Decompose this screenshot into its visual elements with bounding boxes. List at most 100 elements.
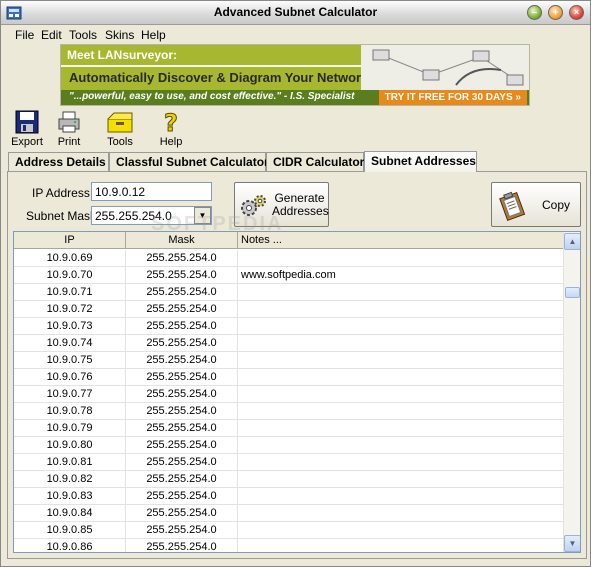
cell-notes[interactable] bbox=[238, 437, 563, 454]
table-row[interactable]: 10.9.0.81 255.255.254.0 bbox=[14, 454, 563, 471]
cell-mask[interactable]: 255.255.254.0 bbox=[126, 471, 238, 488]
help-button[interactable]: ? Help bbox=[157, 109, 185, 148]
table-row[interactable]: 10.9.0.72 255.255.254.0 bbox=[14, 301, 563, 318]
copy-button[interactable]: Copy bbox=[491, 182, 581, 227]
cell-mask[interactable]: 255.255.254.0 bbox=[126, 420, 238, 437]
cell-ip[interactable]: 10.9.0.76 bbox=[14, 369, 126, 386]
cell-notes[interactable]: www.softpedia.com bbox=[238, 267, 563, 284]
cell-ip[interactable]: 10.9.0.85 bbox=[14, 522, 126, 539]
cell-mask[interactable]: 255.255.254.0 bbox=[126, 267, 238, 284]
table-row[interactable]: 10.9.0.80 255.255.254.0 bbox=[14, 437, 563, 454]
menu-skins[interactable]: Skins bbox=[105, 28, 134, 42]
cell-mask[interactable]: 255.255.254.0 bbox=[126, 352, 238, 369]
cell-ip[interactable]: 10.9.0.82 bbox=[14, 471, 126, 488]
cell-mask[interactable]: 255.255.254.0 bbox=[126, 505, 238, 522]
cell-ip[interactable]: 10.9.0.71 bbox=[14, 284, 126, 301]
menu-help[interactable]: Help bbox=[141, 28, 166, 42]
cell-mask[interactable]: 255.255.254.0 bbox=[126, 454, 238, 471]
menu-file[interactable]: File bbox=[15, 28, 34, 42]
try-free-button[interactable]: TRY IT FREE FOR 30 DAYS » bbox=[378, 90, 527, 105]
cell-mask[interactable]: 255.255.254.0 bbox=[126, 386, 238, 403]
table-row[interactable]: 10.9.0.76 255.255.254.0 bbox=[14, 369, 563, 386]
column-header-ip[interactable]: IP bbox=[14, 232, 126, 249]
subnet-address-grid[interactable]: IP Mask Notes ... 10.9.0.69 255.255.254.0… bbox=[13, 231, 581, 553]
tab-cidr-calculator[interactable]: CIDR Calculator bbox=[266, 152, 364, 172]
table-row[interactable]: 10.9.0.74 255.255.254.0 bbox=[14, 335, 563, 352]
table-row[interactable]: 10.9.0.85 255.255.254.0 bbox=[14, 522, 563, 539]
menu-tools[interactable]: Tools bbox=[69, 28, 97, 42]
tab-classful-subnet-calculator[interactable]: Classful Subnet Calculator bbox=[109, 152, 269, 172]
table-row[interactable]: 10.9.0.82 255.255.254.0 bbox=[14, 471, 563, 488]
cell-notes[interactable] bbox=[238, 250, 563, 267]
cell-mask[interactable]: 255.255.254.0 bbox=[126, 301, 238, 318]
table-row[interactable]: 10.9.0.79 255.255.254.0 bbox=[14, 420, 563, 437]
table-row[interactable]: 10.9.0.83 255.255.254.0 bbox=[14, 488, 563, 505]
cell-mask[interactable]: 255.255.254.0 bbox=[126, 522, 238, 539]
cell-ip[interactable]: 10.9.0.72 bbox=[14, 301, 126, 318]
cell-notes[interactable] bbox=[238, 488, 563, 505]
table-row[interactable]: 10.9.0.71 255.255.254.0 bbox=[14, 284, 563, 301]
table-row[interactable]: 10.9.0.86 255.255.254.0 bbox=[14, 539, 563, 552]
ip-address-input[interactable]: 10.9.0.12 bbox=[91, 182, 212, 201]
cell-notes[interactable] bbox=[238, 369, 563, 386]
cell-notes[interactable] bbox=[238, 284, 563, 301]
export-button[interactable]: Export bbox=[10, 109, 44, 148]
scroll-up-button[interactable]: ▲ bbox=[564, 233, 580, 250]
cell-ip[interactable]: 10.9.0.86 bbox=[14, 539, 126, 552]
cell-notes[interactable] bbox=[238, 318, 563, 335]
scrollbar-thumb[interactable] bbox=[565, 287, 580, 298]
vertical-scrollbar[interactable]: ▲ ▼ bbox=[563, 232, 580, 552]
table-row[interactable]: 10.9.0.69 255.255.254.0 bbox=[14, 250, 563, 267]
table-row[interactable]: 10.9.0.77 255.255.254.0 bbox=[14, 386, 563, 403]
table-row[interactable]: 10.9.0.84 255.255.254.0 bbox=[14, 505, 563, 522]
cell-ip[interactable]: 10.9.0.81 bbox=[14, 454, 126, 471]
cell-notes[interactable] bbox=[238, 403, 563, 420]
table-row[interactable]: 10.9.0.75 255.255.254.0 bbox=[14, 352, 563, 369]
cell-ip[interactable]: 10.9.0.84 bbox=[14, 505, 126, 522]
cell-mask[interactable]: 255.255.254.0 bbox=[126, 284, 238, 301]
maximize-button[interactable]: + bbox=[548, 5, 563, 20]
table-row[interactable]: 10.9.0.73 255.255.254.0 bbox=[14, 318, 563, 335]
cell-notes[interactable] bbox=[238, 522, 563, 539]
cell-ip[interactable]: 10.9.0.78 bbox=[14, 403, 126, 420]
cell-notes[interactable] bbox=[238, 539, 563, 552]
cell-mask[interactable]: 255.255.254.0 bbox=[126, 539, 238, 552]
cell-mask[interactable]: 255.255.254.0 bbox=[126, 369, 238, 386]
cell-notes[interactable] bbox=[238, 505, 563, 522]
cell-notes[interactable] bbox=[238, 352, 563, 369]
cell-ip[interactable]: 10.9.0.75 bbox=[14, 352, 126, 369]
cell-notes[interactable] bbox=[238, 471, 563, 488]
tab-subnet-addresses[interactable]: Subnet Addresses bbox=[364, 151, 477, 172]
tab-address-details[interactable]: Address Details bbox=[8, 152, 109, 172]
cell-ip[interactable]: 10.9.0.77 bbox=[14, 386, 126, 403]
cell-ip[interactable]: 10.9.0.83 bbox=[14, 488, 126, 505]
cell-notes[interactable] bbox=[238, 335, 563, 352]
cell-notes[interactable] bbox=[238, 301, 563, 318]
title-bar[interactable]: Advanced Subnet Calculator – + × bbox=[1, 1, 590, 25]
cell-notes[interactable] bbox=[238, 420, 563, 437]
cell-mask[interactable]: 255.255.254.0 bbox=[126, 318, 238, 335]
column-header-notes[interactable]: Notes ... bbox=[238, 232, 563, 249]
minimize-button[interactable]: – bbox=[527, 5, 542, 20]
cell-ip[interactable]: 10.9.0.73 bbox=[14, 318, 126, 335]
cell-ip[interactable]: 10.9.0.74 bbox=[14, 335, 126, 352]
close-button[interactable]: × bbox=[569, 5, 584, 20]
cell-mask[interactable]: 255.255.254.0 bbox=[126, 403, 238, 420]
ad-banner[interactable]: Meet LANsurveyor: Automatically Discover… bbox=[60, 44, 530, 106]
cell-notes[interactable] bbox=[238, 386, 563, 403]
table-row[interactable]: 10.9.0.70 255.255.254.0 www.softpedia.com bbox=[14, 267, 563, 284]
cell-ip[interactable]: 10.9.0.70 bbox=[14, 267, 126, 284]
cell-mask[interactable]: 255.255.254.0 bbox=[126, 335, 238, 352]
table-row[interactable]: 10.9.0.78 255.255.254.0 bbox=[14, 403, 563, 420]
cell-mask[interactable]: 255.255.254.0 bbox=[126, 488, 238, 505]
cell-notes[interactable] bbox=[238, 454, 563, 471]
cell-ip[interactable]: 10.9.0.80 bbox=[14, 437, 126, 454]
tools-button[interactable]: Tools bbox=[104, 109, 136, 148]
cell-mask[interactable]: 255.255.254.0 bbox=[126, 250, 238, 267]
scroll-down-button[interactable]: ▼ bbox=[564, 535, 580, 552]
print-button[interactable]: Print bbox=[55, 109, 83, 148]
cell-ip[interactable]: 10.9.0.79 bbox=[14, 420, 126, 437]
cell-ip[interactable]: 10.9.0.69 bbox=[14, 250, 126, 267]
cell-mask[interactable]: 255.255.254.0 bbox=[126, 437, 238, 454]
menu-edit[interactable]: Edit bbox=[41, 28, 62, 42]
